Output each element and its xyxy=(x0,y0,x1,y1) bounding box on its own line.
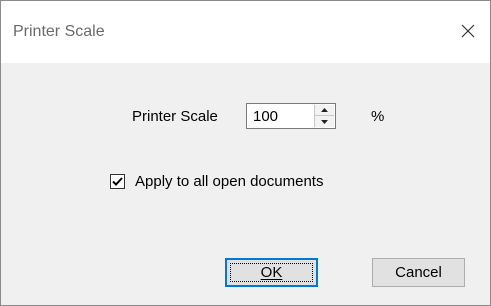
spin-up-button[interactable] xyxy=(315,105,334,116)
dialog-title: Printer Scale xyxy=(13,23,105,40)
spin-down-button[interactable] xyxy=(315,116,334,127)
close-icon xyxy=(461,24,475,38)
close-button[interactable] xyxy=(452,15,484,47)
arrow-down-icon xyxy=(321,119,328,124)
apply-all-label[interactable]: Apply to all open documents xyxy=(135,173,323,190)
spin-buttons xyxy=(314,105,334,127)
printer-scale-spinbox[interactable]: 100 xyxy=(246,103,336,129)
title-bar: Printer Scale xyxy=(1,1,490,63)
arrow-up-icon xyxy=(321,108,328,112)
printer-scale-input[interactable]: 100 xyxy=(253,108,278,125)
checkmark-icon xyxy=(112,177,123,186)
unit-label: % xyxy=(371,108,385,125)
cancel-button-label: Cancel xyxy=(395,264,442,281)
printer-scale-dialog: Printer Scale Printer Scale 100 % Apply … xyxy=(0,0,491,306)
printer-scale-label: Printer Scale xyxy=(132,108,218,125)
cancel-button[interactable]: Cancel xyxy=(372,258,465,287)
ok-button[interactable]: OK xyxy=(225,258,318,287)
apply-all-checkbox[interactable] xyxy=(110,174,125,189)
focus-rectangle xyxy=(230,263,313,282)
